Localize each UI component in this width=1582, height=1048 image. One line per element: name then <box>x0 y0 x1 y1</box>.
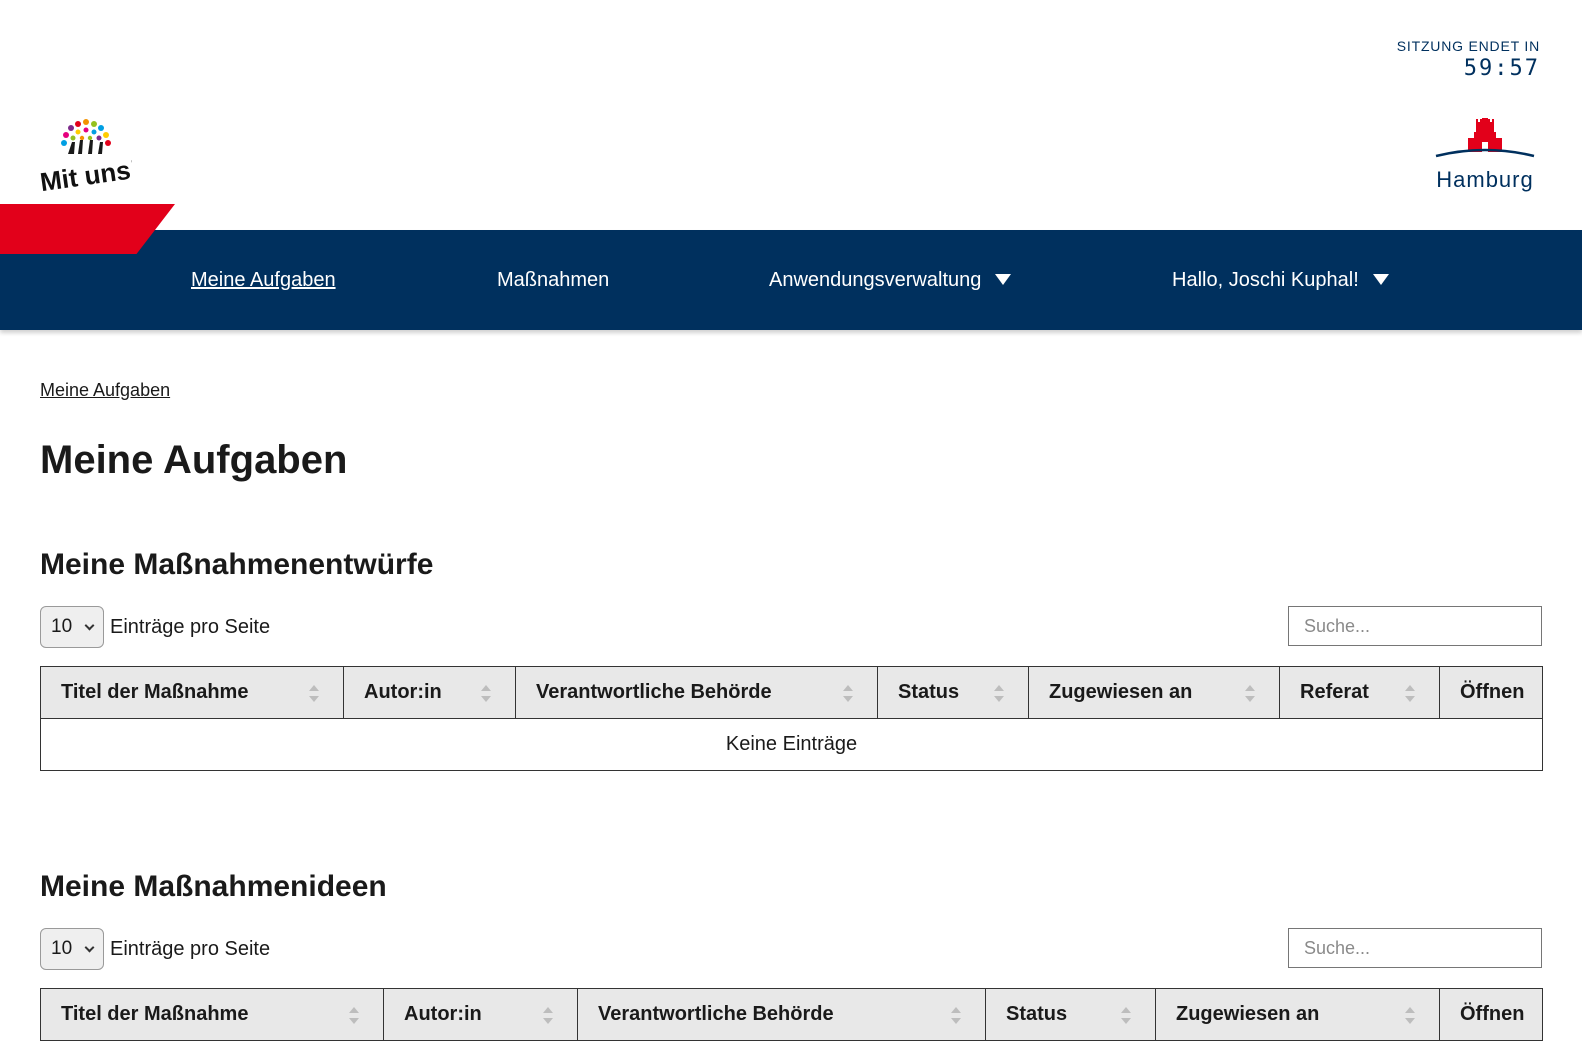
column-header-behoerde[interactable]: Verantwortliche Behörde <box>577 988 986 1041</box>
sort-icon <box>543 1007 553 1027</box>
column-header-status[interactable]: Status <box>877 666 1029 719</box>
mituns-logo[interactable]: Mit uns! <box>38 118 141 197</box>
hamburg-logo[interactable]: Hamburg <box>1430 116 1540 192</box>
hamburg-logo-text: Hamburg <box>1436 167 1534 192</box>
data-table: Titel der Maßnahme Autor:in Verantwortli… <box>40 988 1543 1041</box>
column-header-oeffnen: Öffnen <box>1439 666 1543 719</box>
sort-icon <box>951 1007 961 1027</box>
nav-item-massnahmen[interactable]: Maßnahmen <box>497 230 609 330</box>
nav-item-user-menu[interactable]: Hallo, Joschi Kuphal! <box>1172 230 1389 330</box>
column-header-status[interactable]: Status <box>985 988 1156 1041</box>
page-title: Meine Aufgaben <box>40 438 348 482</box>
section-massnahmenideen: Meine Maßnahmenideen 10 Einträge pro Sei… <box>40 870 1543 1041</box>
main-navigation: Meine Aufgaben Maßnahmen Anwendungsverwa… <box>0 230 1582 330</box>
session-countdown: 59:57 <box>1463 56 1540 81</box>
session-timer: SITZUNG ENDET IN 59:57 <box>1397 38 1540 81</box>
mituns-logo-graphic: Mit uns! <box>38 119 141 197</box>
column-header-oeffnen: Öffnen <box>1439 988 1543 1041</box>
search-input[interactable] <box>1288 606 1542 646</box>
column-header-zugewiesen[interactable]: Zugewiesen an <box>1155 988 1440 1041</box>
page: SITZUNG ENDET IN 59:57 Mit uns! Hamburg … <box>0 0 1582 1048</box>
column-header-autor[interactable]: Autor:in <box>343 666 516 719</box>
per-page-label: Einträge pro Seite <box>110 938 271 960</box>
search-input[interactable] <box>1288 928 1542 968</box>
chevron-down-icon <box>84 942 95 953</box>
sort-icon <box>481 685 491 705</box>
page-size-value: 10 <box>51 938 73 959</box>
sort-icon <box>1245 685 1255 705</box>
nav-item-label: Anwendungsverwaltung <box>769 269 982 291</box>
section-massnahmenentwuerfe: Meine Maßnahmenentwürfe 10 Einträge pro … <box>40 548 1543 771</box>
page-size-value: 10 <box>51 616 73 637</box>
caret-down-icon <box>995 274 1012 286</box>
per-page-label: Einträge pro Seite <box>110 616 271 638</box>
page-size-select[interactable]: 10 <box>40 928 104 970</box>
table-controls: 10 Einträge pro Seite <box>40 606 1542 650</box>
sort-icon <box>349 1007 359 1027</box>
column-header-autor[interactable]: Autor:in <box>383 988 578 1041</box>
nav-item-label: Hallo, Joschi Kuphal! <box>1172 269 1359 291</box>
caret-down-icon <box>1372 274 1389 286</box>
table-header-row: Titel der Maßnahme Autor:in Verantwortli… <box>40 666 1543 719</box>
column-header-referat[interactable]: Referat <box>1279 666 1440 719</box>
table-controls: 10 Einträge pro Seite <box>40 928 1542 972</box>
column-header-behoerde[interactable]: Verantwortliche Behörde <box>515 666 878 719</box>
column-header-titel[interactable]: Titel der Maßnahme <box>40 666 344 719</box>
empty-message: Keine Einträge <box>40 718 1543 771</box>
sort-icon <box>309 685 319 705</box>
sort-icon <box>1405 1007 1415 1027</box>
nav-item-anwendungsverwaltung[interactable]: Anwendungsverwaltung <box>769 230 1012 330</box>
section-title: Meine Maßnahmenideen <box>40 870 387 903</box>
column-header-titel[interactable]: Titel der Maßnahme <box>40 988 384 1041</box>
sort-icon <box>994 685 1004 705</box>
chevron-down-icon <box>84 620 95 631</box>
sort-icon <box>843 685 853 705</box>
page-size-select[interactable]: 10 <box>40 606 104 648</box>
nav-item-meine-aufgaben[interactable]: Meine Aufgaben <box>191 230 336 330</box>
column-header-zugewiesen[interactable]: Zugewiesen an <box>1028 666 1280 719</box>
breadcrumb[interactable]: Meine Aufgaben <box>40 380 170 401</box>
mituns-logo-text: Mit uns! <box>38 154 132 192</box>
table-header-row: Titel der Maßnahme Autor:in Verantwortli… <box>40 988 1543 1041</box>
nav-item-label: Maßnahmen <box>497 269 610 291</box>
sort-icon <box>1121 1007 1131 1027</box>
nav-item-label: Meine Aufgaben <box>191 269 336 291</box>
section-title: Meine Maßnahmenentwürfe <box>40 548 434 581</box>
data-table: Titel der Maßnahme Autor:in Verantwortli… <box>40 666 1543 771</box>
table-row-empty: Keine Einträge <box>40 718 1543 771</box>
sort-icon <box>1405 685 1415 705</box>
session-label: SITZUNG ENDET IN <box>1396 38 1540 54</box>
hamburg-castle-icon <box>1435 118 1535 158</box>
